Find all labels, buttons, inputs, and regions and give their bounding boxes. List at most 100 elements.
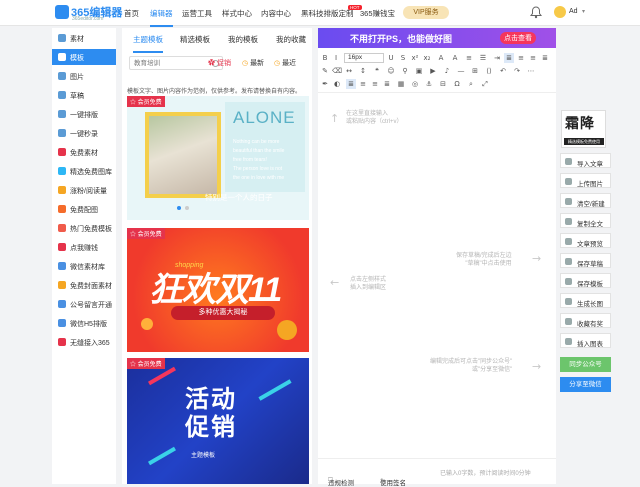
align-right-icon[interactable]: ≡: [528, 53, 538, 63]
undo-icon[interactable]: ↶: [498, 66, 508, 76]
bell-icon[interactable]: [530, 6, 542, 19]
sidebar-item-earn[interactable]: 点我赚钱: [52, 239, 116, 255]
clear-format-icon[interactable]: ⌫: [332, 66, 342, 76]
align-left-icon[interactable]: ≣: [346, 79, 356, 89]
sidebar-item-integrate[interactable]: 无缝接入365: [52, 334, 116, 350]
long-image-button[interactable]: 生成长图: [560, 293, 611, 308]
carousel-dot[interactable]: [185, 206, 189, 210]
template-card-promo[interactable]: 活动 促销 主题模板 ☆ 会员免费: [127, 358, 309, 484]
template-card-double11[interactable]: shopping 狂欢双11 多种优惠大揭秘 ☆ 会员免费: [127, 228, 309, 352]
preview-button[interactable]: 文章预览: [560, 233, 611, 248]
search-replace-icon[interactable]: ⌕: [466, 79, 476, 89]
copy-all-button[interactable]: 复制全文: [560, 213, 611, 228]
carousel-dot-active[interactable]: [177, 206, 181, 210]
map-icon[interactable]: ◎: [410, 79, 420, 89]
image-insert-icon[interactable]: ▦: [396, 79, 406, 89]
save-template-button[interactable]: 保存模板: [560, 273, 611, 288]
fullscreen-icon[interactable]: ⤢: [480, 79, 490, 89]
promo-banner[interactable]: 不用打开PS，也能做好图 点击查看: [318, 28, 556, 48]
upload-image-button[interactable]: 上传图片: [560, 173, 611, 188]
nav-earn[interactable]: 365赚钱宝: [360, 8, 395, 19]
tab-featured-templates[interactable]: 精选模板: [180, 34, 210, 45]
promo-card[interactable]: 霜降 精选模板免费使用: [561, 110, 606, 148]
more-icon[interactable]: ⋯: [526, 66, 536, 76]
import-article-button[interactable]: 导入文章: [560, 153, 611, 168]
sidebar-item-h5[interactable]: 微信H5排版: [52, 315, 116, 331]
sidebar-item-one-click-layout[interactable]: 一键排版: [52, 106, 116, 122]
video-icon[interactable]: ▶: [428, 66, 438, 76]
nav-home[interactable]: 首页: [124, 8, 139, 19]
save-draft-button[interactable]: 保存草稿: [560, 253, 611, 268]
nav-content-center[interactable]: 内容中心: [261, 8, 291, 19]
sidebar-item-free-gallery[interactable]: 精选免费图库: [52, 163, 116, 179]
filter-promo[interactable]: ✿ 促销: [208, 58, 231, 68]
clear-new-button[interactable]: 清空/新建: [560, 193, 611, 208]
align-center-icon[interactable]: ≡: [358, 79, 368, 89]
font-size-select[interactable]: 16px: [344, 53, 384, 63]
anchor-icon[interactable]: ⚓: [424, 79, 434, 89]
filter-latest[interactable]: ◷ 最新: [242, 58, 264, 68]
superscript-icon[interactable]: x²: [410, 53, 420, 63]
link-icon[interactable]: ⚲: [400, 66, 410, 76]
filter-recent[interactable]: ◷ 最近: [274, 58, 296, 68]
text-color-icon[interactable]: A: [436, 53, 446, 63]
tab-theme-templates[interactable]: 主题模板: [133, 34, 163, 53]
vip-button[interactable]: VIP服务: [403, 6, 449, 19]
letter-spacing-icon[interactable]: ↔: [344, 66, 354, 76]
italic-icon[interactable]: I: [331, 53, 341, 63]
nav-style-center[interactable]: 样式中心: [222, 8, 252, 19]
insert-chart-button[interactable]: 插入图表: [560, 333, 611, 348]
image-icon[interactable]: ▣: [414, 66, 424, 76]
sidebar-item-image[interactable]: 图片: [52, 68, 116, 84]
indent-icon[interactable]: ⇥: [492, 53, 502, 63]
template-card-alone[interactable]: ALONE Nothing can be more beautiful than…: [127, 96, 309, 220]
omega-icon[interactable]: Ω: [452, 79, 462, 89]
avatar[interactable]: [554, 6, 566, 18]
audio-icon[interactable]: ♪: [442, 66, 452, 76]
format-brush-icon[interactable]: ✎: [320, 66, 330, 76]
sidebar-item-wechat-library[interactable]: 微信素材库: [52, 258, 116, 274]
divider-icon[interactable]: —: [456, 66, 466, 76]
banner-button[interactable]: 点击查看: [500, 32, 536, 44]
sidebar-item-free-material[interactable]: 免费素材: [52, 144, 116, 160]
subscript-icon[interactable]: x₂: [422, 53, 432, 63]
sidebar-item-one-click-record[interactable]: 一键秒录: [52, 125, 116, 141]
align-left-icon[interactable]: ≣: [504, 53, 514, 63]
table-icon[interactable]: ⊞: [470, 66, 480, 76]
underline-icon[interactable]: U: [386, 53, 396, 63]
align-right-icon[interactable]: ≡: [370, 79, 380, 89]
nav-ops-tools[interactable]: 运营工具: [182, 8, 212, 19]
sidebar-item-followers[interactable]: 涨粉/阅读量: [52, 182, 116, 198]
color-picker-icon[interactable]: ◐: [332, 79, 342, 89]
highlight-icon[interactable]: A: [450, 53, 460, 63]
favorite-reward-button[interactable]: 收藏有奖: [560, 313, 611, 328]
sidebar-item-template[interactable]: 模板: [52, 49, 116, 65]
editor-content[interactable]: ↑ 在这里直接输入 或粘贴内容（ctrl+v） 保存草稿/完成后左边 "草稿"中…: [320, 94, 554, 456]
list-unordered-icon[interactable]: ☰: [478, 53, 488, 63]
bold-icon[interactable]: B: [320, 53, 330, 63]
code-icon[interactable]: ⟨⟩: [484, 66, 494, 76]
sidebar-item-free-illustration[interactable]: 免费配图: [52, 201, 116, 217]
align-justify-icon[interactable]: ≣: [540, 53, 550, 63]
sidebar-item-material[interactable]: 素材: [52, 30, 116, 46]
nav-custom-layout[interactable]: 黑科技排版定制: [301, 8, 354, 19]
user-name[interactable]: Ad: [569, 8, 578, 15]
redo-icon[interactable]: ↷: [512, 66, 522, 76]
share-wechat-button[interactable]: 分享至微信: [560, 377, 611, 392]
tab-my-favorites[interactable]: 我的收藏: [276, 34, 306, 45]
line-height-icon[interactable]: ↕: [358, 66, 368, 76]
list-ordered-icon[interactable]: ≡: [464, 53, 474, 63]
sidebar-item-draft[interactable]: 草稿: [52, 87, 116, 103]
align-center-icon[interactable]: ≡: [516, 53, 526, 63]
pen-icon[interactable]: ✒: [320, 79, 330, 89]
emoji-icon[interactable]: ☺: [386, 66, 396, 76]
strikethrough-icon[interactable]: S: [398, 53, 408, 63]
tab-my-templates[interactable]: 我的模板: [228, 34, 258, 45]
quote-icon[interactable]: ❝: [372, 66, 382, 76]
sidebar-item-comments[interactable]: 公号留言开通: [52, 296, 116, 312]
sidebar-item-cover-material[interactable]: 免费封面素材: [52, 277, 116, 293]
search-input[interactable]: [130, 57, 210, 69]
chevron-down-icon[interactable]: ▾: [582, 8, 585, 15]
nav-editor[interactable]: 编辑器: [150, 8, 173, 27]
sidebar-item-hot-templates[interactable]: 热门免费模板: [52, 220, 116, 236]
